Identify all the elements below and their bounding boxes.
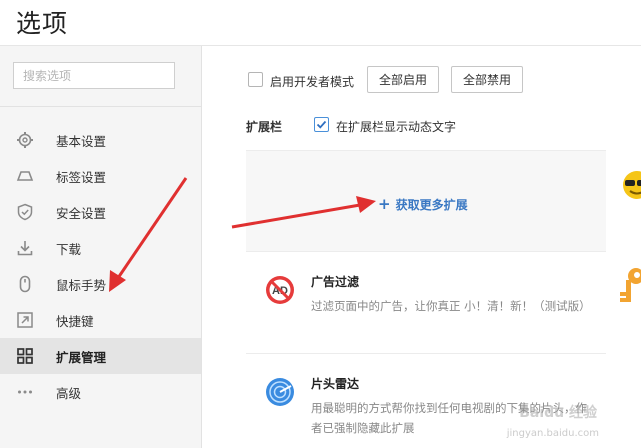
ad-block-icon: AD [266,276,294,304]
shortcut-icon [17,312,33,328]
search-input[interactable] [14,63,174,88]
sidebar-item-security-settings[interactable]: 安全设置 [0,194,201,230]
gear-icon [17,132,33,148]
download-icon [17,241,33,256]
sidebar-item-advanced[interactable]: 高级 [0,374,201,410]
get-more-extensions-link[interactable]: + 获取更多扩展 [378,196,468,213]
mouse-icon [19,275,31,293]
search-box[interactable] [13,62,175,89]
sidebar-item-mouse-gestures[interactable]: 鼠标手势 [0,266,201,302]
sidebar-item-label: 下载 [56,241,82,257]
sidebar-item-label: 扩展管理 [56,349,107,365]
sidebar-item-label: 安全设置 [56,205,107,221]
grid-icon [17,348,33,364]
enable-all-button[interactable]: 全部启用 [367,66,439,93]
extension-bar-label: 扩展栏 [246,120,283,134]
sidebar-item-shortcuts[interactable]: 快捷键 [0,302,201,338]
main-panel: 启用开发者模式 全部启用 全部禁用 扩展栏 在扩展栏显示动态文字 + 获取更多扩… [202,46,641,448]
extension-name: 片头雷达 [311,377,360,391]
emoji-sunglasses-icon [623,171,641,199]
sidebar-item-label: 快捷键 [56,313,94,329]
page-title: 选项 [16,9,69,38]
extension-name: 广告过滤 [311,275,360,289]
sidebar-item-label: 高级 [56,385,82,401]
sidebar-item-tab-settings[interactable]: 标签设置 [0,158,201,194]
dev-mode-checkbox[interactable] [248,72,263,87]
dev-mode-label: 启用开发者模式 [270,75,355,89]
more-icon [18,390,32,394]
sidebar-divider [0,106,201,107]
sidebar-item-label: 基本设置 [56,133,107,149]
get-more-extensions-panel[interactable]: + 获取更多扩展 [246,150,606,252]
watermark-url: jingyan.baidu.com [506,428,599,439]
sidebar-item-download[interactable]: 下载 [0,230,201,266]
radar-icon [266,378,294,406]
shield-check-icon [17,203,33,221]
extension-description: 过滤页面中的广告，让你真正 小！清！新！（测试版） [311,299,591,313]
sidebar-item-basic-settings[interactable]: 基本设置 [0,122,201,158]
watermark-logo: Baidu 经验 [519,405,597,421]
sidebar-item-label: 标签设置 [56,169,107,185]
get-more-extensions-label: 获取更多扩展 [395,198,468,212]
checkmark-icon [316,120,327,129]
extension-card[interactable]: AD 广告过滤 过滤页面中的广告，让你真正 小！清！新！（测试版） [246,252,606,354]
dynamic-text-checkbox[interactable] [314,117,329,132]
sidebar-item-extension-management[interactable]: 扩展管理 [0,338,201,374]
sidebar: 基本设置 标签设置 安全设置 下载 鼠标手势 快捷键 [0,46,202,448]
key-icon [620,268,641,302]
tab-icon [16,171,34,181]
disable-all-button[interactable]: 全部禁用 [451,66,523,93]
dynamic-text-label: 在扩展栏显示动态文字 [336,120,457,134]
plus-icon: + [378,195,391,213]
window-header: 选项 [0,0,641,46]
sidebar-item-label: 鼠标手势 [56,277,107,293]
